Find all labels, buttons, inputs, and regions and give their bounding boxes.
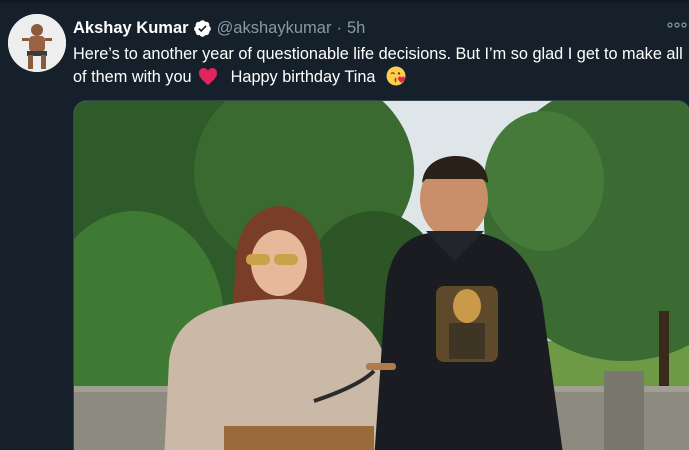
tweet-page: Akshay Kumar @akshaykumar · 5h Here’s to…: [0, 0, 689, 450]
timestamp[interactable]: 5h: [347, 19, 365, 38]
red-heart-icon: [198, 67, 218, 86]
tweet-text: Here’s to another year of questionable l…: [73, 43, 687, 89]
tweet-text-part-1: Here’s to another year of questionable l…: [73, 45, 683, 86]
photo-scene: [74, 101, 689, 450]
verified-badge-icon: [193, 19, 212, 38]
tweet-header: Akshay Kumar @akshaykumar · 5h: [73, 15, 365, 41]
display-name[interactable]: Akshay Kumar: [73, 19, 189, 38]
separator-dot: ·: [336, 18, 342, 37]
tweet-photo[interactable]: [73, 100, 689, 450]
avatar[interactable]: [8, 14, 66, 72]
username-handle[interactable]: @akshaykumar: [217, 19, 332, 38]
face-blowing-kiss-icon: [386, 66, 406, 86]
tweet-text-part-2: Happy birthday Tina: [230, 68, 376, 86]
more-options-icon[interactable]: [667, 18, 687, 30]
divider: [0, 0, 689, 3]
